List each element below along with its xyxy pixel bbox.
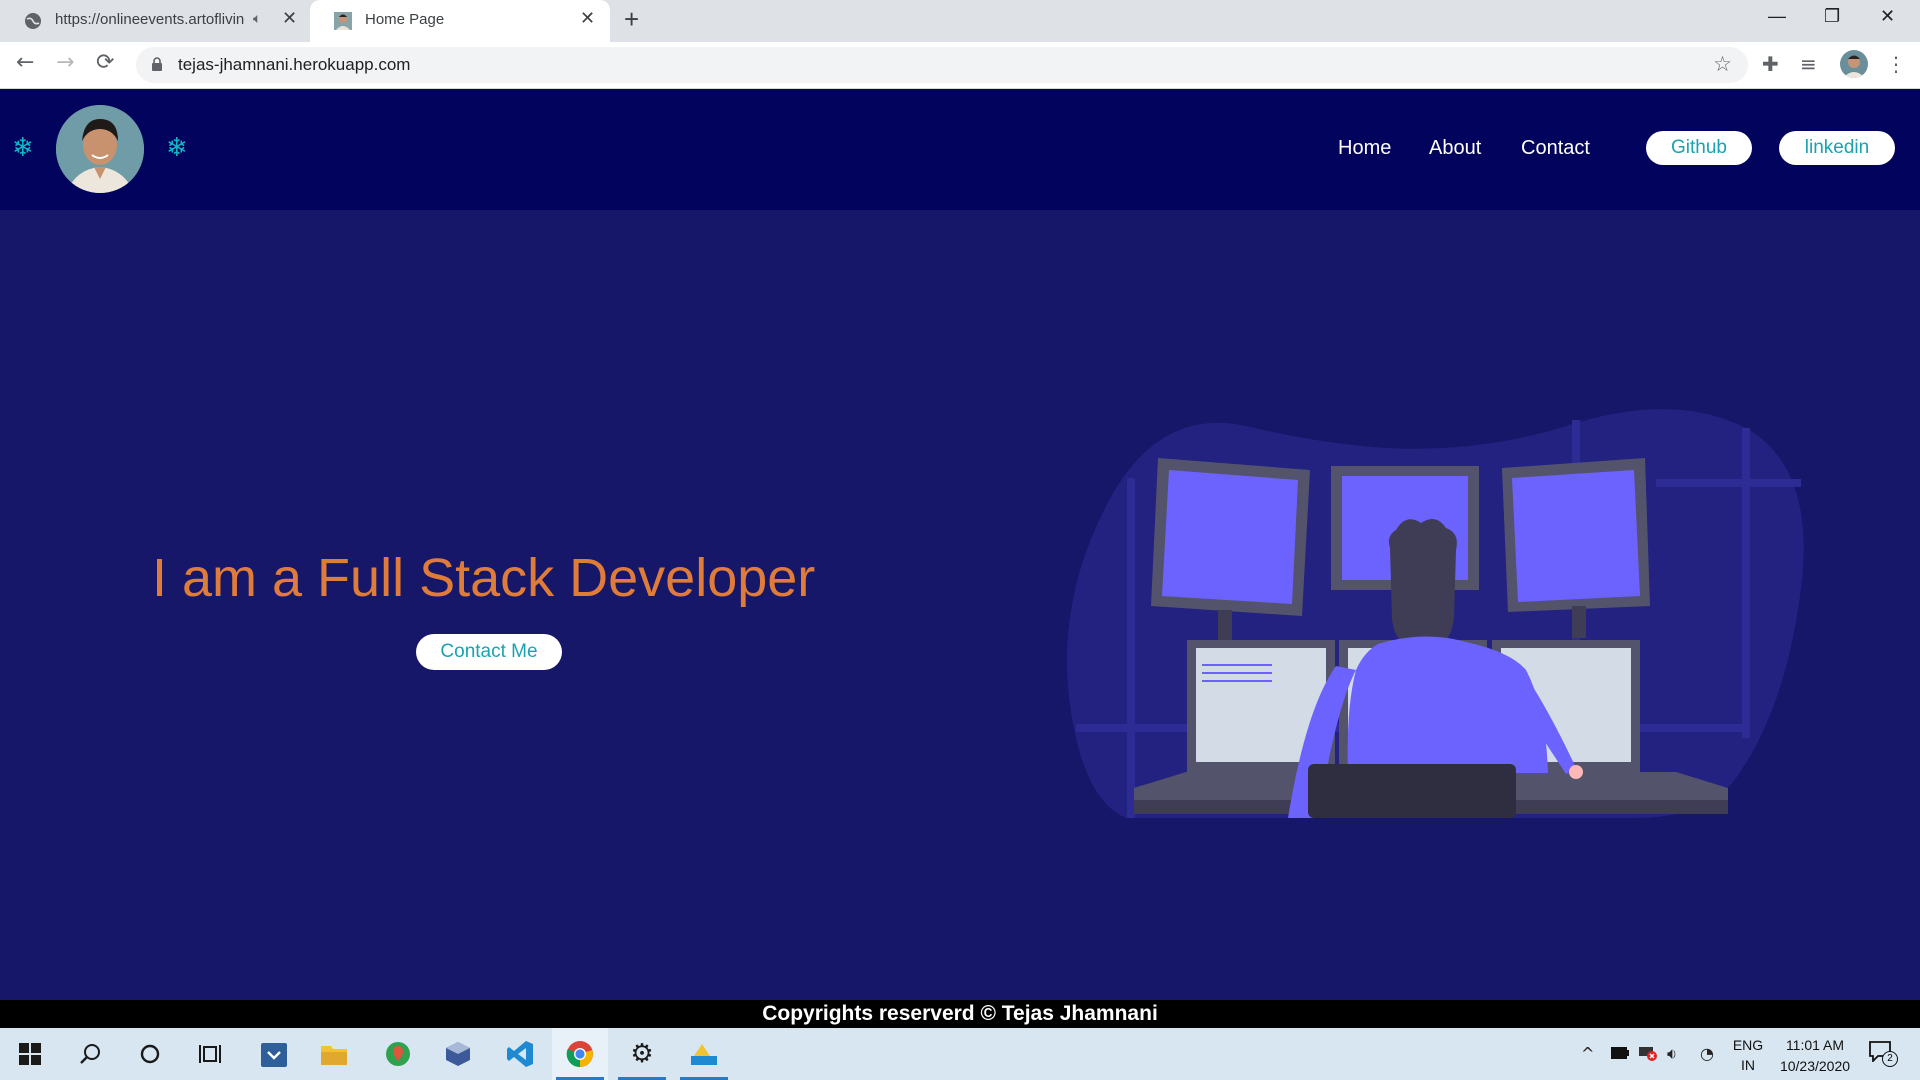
browser-toolbar: ← → ⟳ tejas-jhamnani.herokuapp.com ☆ ✚ ≡… [0,42,1920,89]
extensions-puzzle-icon[interactable]: ✚ [1762,52,1779,76]
tab-title: https://onlineevents.artofliving [55,11,245,28]
windows-taskbar: ⚙ ^ 🔉︎ ◔ ENG IN 11:01 AM 10/23/2020 2 [0,1028,1920,1080]
restore-button[interactable]: ❐ [1824,6,1840,27]
profile-photo-icon [1843,55,1865,78]
kebab-menu-icon[interactable]: ⋮ [1886,52,1906,76]
cortana-circle-icon[interactable] [122,1028,178,1080]
chrome-icon[interactable] [552,1028,608,1080]
tab-audio-muted-icon[interactable]: 🔈︎ [253,10,261,27]
reload-icon[interactable]: ⟳ [96,50,114,75]
profile-favicon-icon [334,12,352,30]
window-close-button[interactable]: ✕ [1880,6,1895,27]
settings-gear-icon[interactable]: ⚙ [614,1028,670,1080]
new-tab-button[interactable]: + [624,4,639,35]
snowflake-icon: ❄ [166,133,188,163]
minimize-button[interactable]: — [1768,6,1786,27]
battery-icon[interactable] [1610,1046,1630,1060]
clock-time[interactable]: 11:01 AM [1770,1037,1860,1053]
clock-date[interactable]: 10/23/2020 [1770,1058,1860,1074]
tab-title: Home Page [365,11,445,28]
bookmark-star-icon[interactable]: ☆ [1713,52,1732,76]
site-header: ❄ ❄ Home About Contact Github linkedin [0,89,1920,210]
snowflake-icon: ❄ [12,133,34,163]
lock-icon [152,57,162,71]
volume-icon[interactable]: 🔉︎ [1667,1044,1677,1064]
github-button[interactable]: Github [1646,131,1752,165]
developer-illustration [1067,409,1804,818]
input-language[interactable]: ENG [1730,1037,1766,1053]
linkedin-button[interactable]: linkedin [1779,131,1895,165]
contact-me-button[interactable]: Contact Me [416,634,562,670]
search-icon[interactable] [62,1028,118,1080]
tab-artofliving[interactable]: https://onlineevents.artofliving 🔈︎ ✕ [0,0,308,42]
task-view-icon[interactable] [182,1028,238,1080]
close-icon[interactable]: ✕ [282,8,297,29]
store-app-icon[interactable] [246,1028,302,1080]
nav-link-home[interactable]: Home [1338,137,1391,160]
hero-section: I am a Full Stack Developer Contact Me [0,210,1920,1000]
virtualbox-icon[interactable] [430,1028,486,1080]
network-error-icon[interactable] [1638,1044,1658,1062]
nav-link-contact[interactable]: Contact [1521,137,1590,160]
notification-count-badge: 2 [1882,1051,1898,1067]
notification-center-icon[interactable]: 2 [1868,1040,1898,1068]
address-bar[interactable]: tejas-jhamnani.herokuapp.com ☆ [136,47,1748,83]
photos-app-icon[interactable] [676,1028,732,1080]
hero-title: I am a Full Stack Developer [152,548,816,608]
input-region[interactable]: IN [1730,1057,1766,1073]
close-icon[interactable]: ✕ [580,8,595,29]
browser-tab-bar: https://onlineevents.artofliving 🔈︎ ✕ Ho… [0,0,1920,42]
chevron-up-icon[interactable]: ^ [1581,1044,1594,1063]
globe-icon [25,13,41,29]
site-footer: Copyrights reserverd © Tejas Jhamnani [0,1000,1920,1028]
forward-arrow-icon[interactable]: → [56,50,74,75]
start-windows-icon[interactable] [2,1028,58,1080]
file-explorer-icon[interactable] [306,1028,362,1080]
profile-photo-icon [56,105,144,193]
site-avatar[interactable] [56,105,144,193]
wifi-icon[interactable]: ◔ [1700,1044,1714,1063]
nav-link-about[interactable]: About [1429,137,1481,160]
profile-avatar[interactable] [1840,50,1868,78]
tab-home-page[interactable]: Home Page ✕ [310,0,610,42]
back-arrow-icon[interactable]: ← [16,50,34,75]
url-text: tejas-jhamnani.herokuapp.com [178,55,411,74]
media-queue-icon[interactable]: ≡ [1800,52,1817,76]
maps-app-icon[interactable] [370,1028,426,1080]
vscode-icon[interactable] [492,1028,548,1080]
